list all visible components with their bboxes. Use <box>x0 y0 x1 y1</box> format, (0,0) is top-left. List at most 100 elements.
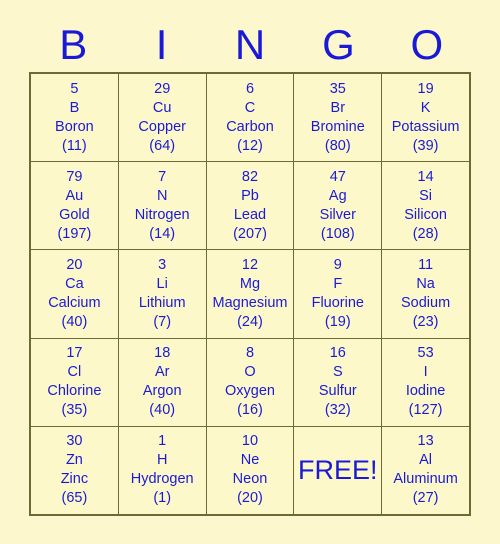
element-atomic-number: 35 <box>329 80 346 97</box>
element-mass: (1) <box>153 490 172 507</box>
element-name: Bromine <box>310 118 365 135</box>
bingo-cell-sodium[interactable]: 11 Na Sodium (23) <box>382 250 469 338</box>
element-name: Aluminum <box>393 471 458 488</box>
element-mass: (27) <box>412 490 439 507</box>
element-symbol: O <box>244 364 256 381</box>
element-name: Oxygen <box>225 383 275 400</box>
element-atomic-number: 5 <box>70 80 79 97</box>
bingo-cell-zinc[interactable]: 30 Zn Zinc (65) <box>31 426 118 514</box>
element-name: Magnesium <box>212 294 288 311</box>
bingo-header-letter-n: N <box>234 21 266 68</box>
element-atomic-number: 1 <box>158 433 167 450</box>
element-symbol: Si <box>419 187 433 204</box>
element-mass: (64) <box>149 137 176 154</box>
bingo-cell-lithium[interactable]: 3 Li Lithium (7) <box>118 250 206 338</box>
element-atomic-number: 20 <box>66 256 83 273</box>
element-name: Silver <box>319 206 356 223</box>
element-atomic-number: 3 <box>158 256 167 273</box>
bingo-cell-potassium[interactable]: 19 K Potassium (39) <box>382 74 469 162</box>
bingo-header-letter-b: B <box>59 21 88 68</box>
element-mass: (20) <box>237 490 263 507</box>
element-mass: (24) <box>237 313 263 330</box>
element-symbol: H <box>156 452 168 469</box>
bingo-cell-iodine[interactable]: 53 I Iodine (127) <box>382 338 469 426</box>
bingo-cell-bromine[interactable]: 35 Br Bromine (80) <box>294 74 382 162</box>
element-symbol: Ag <box>328 187 347 204</box>
element-symbol: I <box>423 364 428 381</box>
element-name: Lithium <box>138 294 186 311</box>
element-mass: (28) <box>412 225 439 242</box>
bingo-cell-copper[interactable]: 29 Cu Copper (64) <box>118 74 206 162</box>
element-name: Copper <box>138 118 186 135</box>
element-atomic-number: 79 <box>66 168 83 185</box>
element-symbol: K <box>420 99 431 116</box>
element-mass: (7) <box>153 313 172 330</box>
element-name: Chlorine <box>47 383 102 400</box>
free-label: FREE! <box>298 455 378 486</box>
element-name: Nitrogen <box>134 206 190 223</box>
bingo-cell-boron[interactable]: 5 B Boron (11) <box>31 74 118 162</box>
element-mass: (80) <box>324 137 351 154</box>
bingo-header-letter-g: G <box>322 21 355 68</box>
element-symbol: Pb <box>241 187 259 204</box>
element-name: Carbon <box>226 118 274 135</box>
element-mass: (40) <box>61 313 88 330</box>
bingo-cell-hydrogen[interactable]: 1 H Hydrogen (1) <box>118 426 206 514</box>
bingo-cell-nitrogen[interactable]: 7 N Nitrogen (14) <box>118 162 206 250</box>
element-symbol: N <box>156 187 168 204</box>
element-name: Boron <box>55 118 94 135</box>
bingo-cell-neon[interactable]: 10 Ne Neon (20) <box>206 426 294 514</box>
bingo-cell-magnesium[interactable]: 12 Mg Magnesium (24) <box>206 250 294 338</box>
element-atomic-number: 7 <box>158 168 167 185</box>
element-atomic-number: 14 <box>417 168 434 185</box>
bingo-cell-carbon[interactable]: 6 C Carbon (12) <box>206 74 294 162</box>
element-mass: (127) <box>408 402 443 419</box>
element-name: Zinc <box>60 471 89 488</box>
bingo-cell-calcium[interactable]: 20 Ca Calcium (40) <box>31 250 118 338</box>
element-mass: (39) <box>412 137 439 154</box>
element-name: Hydrogen <box>130 471 194 488</box>
element-atomic-number: 82 <box>241 168 259 185</box>
element-atomic-number: 18 <box>154 345 171 362</box>
element-mass: (197) <box>57 225 92 242</box>
bingo-cell-lead[interactable]: 82 Pb Lead (207) <box>206 162 294 250</box>
element-atomic-number: 12 <box>241 256 259 273</box>
bingo-cell-chlorine[interactable]: 17 Cl Chlorine (35) <box>31 338 118 426</box>
element-name: Fluorine <box>311 294 364 311</box>
element-mass: (207) <box>233 225 267 242</box>
element-symbol: Ar <box>154 364 170 381</box>
bingo-header-row: B I N G O <box>29 18 471 72</box>
bingo-cell-argon[interactable]: 18 Ar Argon (40) <box>118 338 206 426</box>
element-mass: (65) <box>61 490 88 507</box>
element-name: Lead <box>233 206 267 223</box>
element-name: Argon <box>142 383 182 400</box>
bingo-cell-fluorine[interactable]: 9 F Fluorine (19) <box>294 250 382 338</box>
bingo-cell-aluminum[interactable]: 13 Al Aluminum (27) <box>382 426 469 514</box>
element-atomic-number: 30 <box>66 433 83 450</box>
element-symbol: Cl <box>67 364 82 381</box>
bingo-cell-gold[interactable]: 79 Au Gold (197) <box>31 162 118 250</box>
element-mass: (23) <box>412 313 439 330</box>
element-symbol: Na <box>416 275 435 292</box>
element-name: Silicon <box>404 206 447 223</box>
element-mass: (11) <box>62 137 87 154</box>
element-name: Calcium <box>48 294 101 311</box>
element-atomic-number: 13 <box>417 433 434 450</box>
element-mass: (14) <box>149 225 176 242</box>
element-symbol: Mg <box>239 275 261 292</box>
element-atomic-number: 8 <box>245 345 255 362</box>
bingo-cell-free[interactable]: FREE! <box>294 426 382 514</box>
element-symbol: Al <box>419 452 433 469</box>
element-atomic-number: 9 <box>333 256 342 273</box>
bingo-cell-silver[interactable]: 47 Ag Silver (108) <box>294 162 382 250</box>
element-atomic-number: 17 <box>66 345 83 362</box>
element-mass: (108) <box>320 225 355 242</box>
bingo-cell-oxygen[interactable]: 8 O Oxygen (16) <box>206 338 294 426</box>
element-symbol: Au <box>65 187 84 204</box>
element-atomic-number: 29 <box>154 80 171 97</box>
element-symbol: B <box>69 99 80 116</box>
element-symbol: Ca <box>65 275 84 292</box>
bingo-cell-sulfur[interactable]: 16 S Sulfur (32) <box>294 338 382 426</box>
bingo-grid: 5 B Boron (11) 29 Cu Copper (64) 6 C Carbon (12) 35 B… <box>29 72 471 516</box>
bingo-cell-silicon[interactable]: 14 Si Silicon (28) <box>382 162 469 250</box>
